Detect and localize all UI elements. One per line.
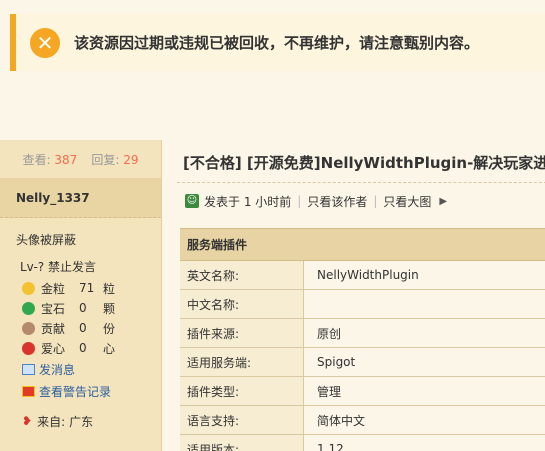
title-divider: [177, 182, 545, 183]
stat-heart: 爱心 0 心: [0, 338, 161, 358]
author-sidebar: 查看: 387 回复: 29 Nelly_1337 头像被屏蔽 Lv-? 禁止发…: [0, 140, 162, 451]
views-stat: 查看: 387: [22, 152, 78, 167]
warning-card-icon: [22, 385, 35, 397]
stat-gem: 宝石 0 颗: [0, 298, 161, 318]
warning-banner: ✕ 该资源因过期或违规已被回收，不再维护，请注意甄别内容。: [10, 14, 545, 71]
user-level: Lv-? 禁止发言: [20, 260, 96, 274]
table-row: 适用版本: 1.12: [180, 435, 545, 451]
view-warnings-link[interactable]: 查看警告记录: [0, 380, 161, 402]
table-row: 插件类型: 管理: [180, 377, 545, 406]
gem-icon: [22, 301, 35, 315]
stat-contribution: 贡献 0 份: [0, 318, 161, 338]
post-main: [不合格] [开源免费]NellyWidthPlugin-解决玩家进 ☺ 发表于…: [163, 140, 545, 451]
post-title[interactable]: [不合格] [开源免费]NellyWidthPlugin-解决玩家进: [183, 152, 545, 173]
online-face-icon: ☺: [185, 194, 199, 208]
play-arrow-icon[interactable]: ▶: [439, 196, 447, 207]
author-name[interactable]: Nelly_1337: [0, 178, 161, 218]
only-author-link[interactable]: 只看该作者: [307, 193, 367, 210]
views-count: 387: [54, 152, 78, 167]
close-circle-icon: ✕: [30, 27, 60, 58]
big-image-link[interactable]: 只看大图: [383, 193, 431, 210]
avatar-blocked-text: 头像被屏蔽: [16, 233, 77, 247]
stat-gold: 金粒 71 粒: [0, 278, 161, 298]
location: ❥ 来自: 广东: [22, 414, 94, 429]
table-row: 适用服务端: Spigot: [180, 348, 545, 377]
meta-separator: |: [297, 194, 302, 208]
table-row: 插件来源: 原创: [180, 319, 545, 348]
posted-time: 发表于 1 小时前: [204, 194, 292, 209]
replies-count: 29: [123, 152, 139, 167]
table-row: 中文名称:: [180, 290, 545, 319]
send-message-link[interactable]: 发消息: [0, 358, 161, 380]
contribution-icon: [22, 321, 35, 335]
thread-stats: 查看: 387 回复: 29: [0, 140, 161, 178]
table-row: 英文名称: NellyWidthPlugin: [180, 261, 545, 290]
envelope-icon: [22, 363, 35, 375]
heart-icon: [22, 341, 35, 355]
warning-text: 该资源因过期或违规已被回收，不再维护，请注意甄别内容。: [74, 34, 480, 52]
location-pin-icon: ❥: [22, 414, 33, 428]
plugin-info-table: 服务端插件 英文名称: NellyWidthPlugin 中文名称: 插件来源:…: [180, 228, 545, 451]
replies-stat: 回复: 29: [91, 152, 139, 167]
table-row: 语言支持: 简体中文: [180, 406, 545, 435]
meta-separator: |: [373, 194, 378, 208]
post-meta: ☺ 发表于 1 小时前 | 只看该作者 | 只看大图 ▶: [185, 192, 447, 210]
gold-coin-icon: [22, 281, 35, 295]
table-title: 服务端插件: [180, 229, 545, 261]
